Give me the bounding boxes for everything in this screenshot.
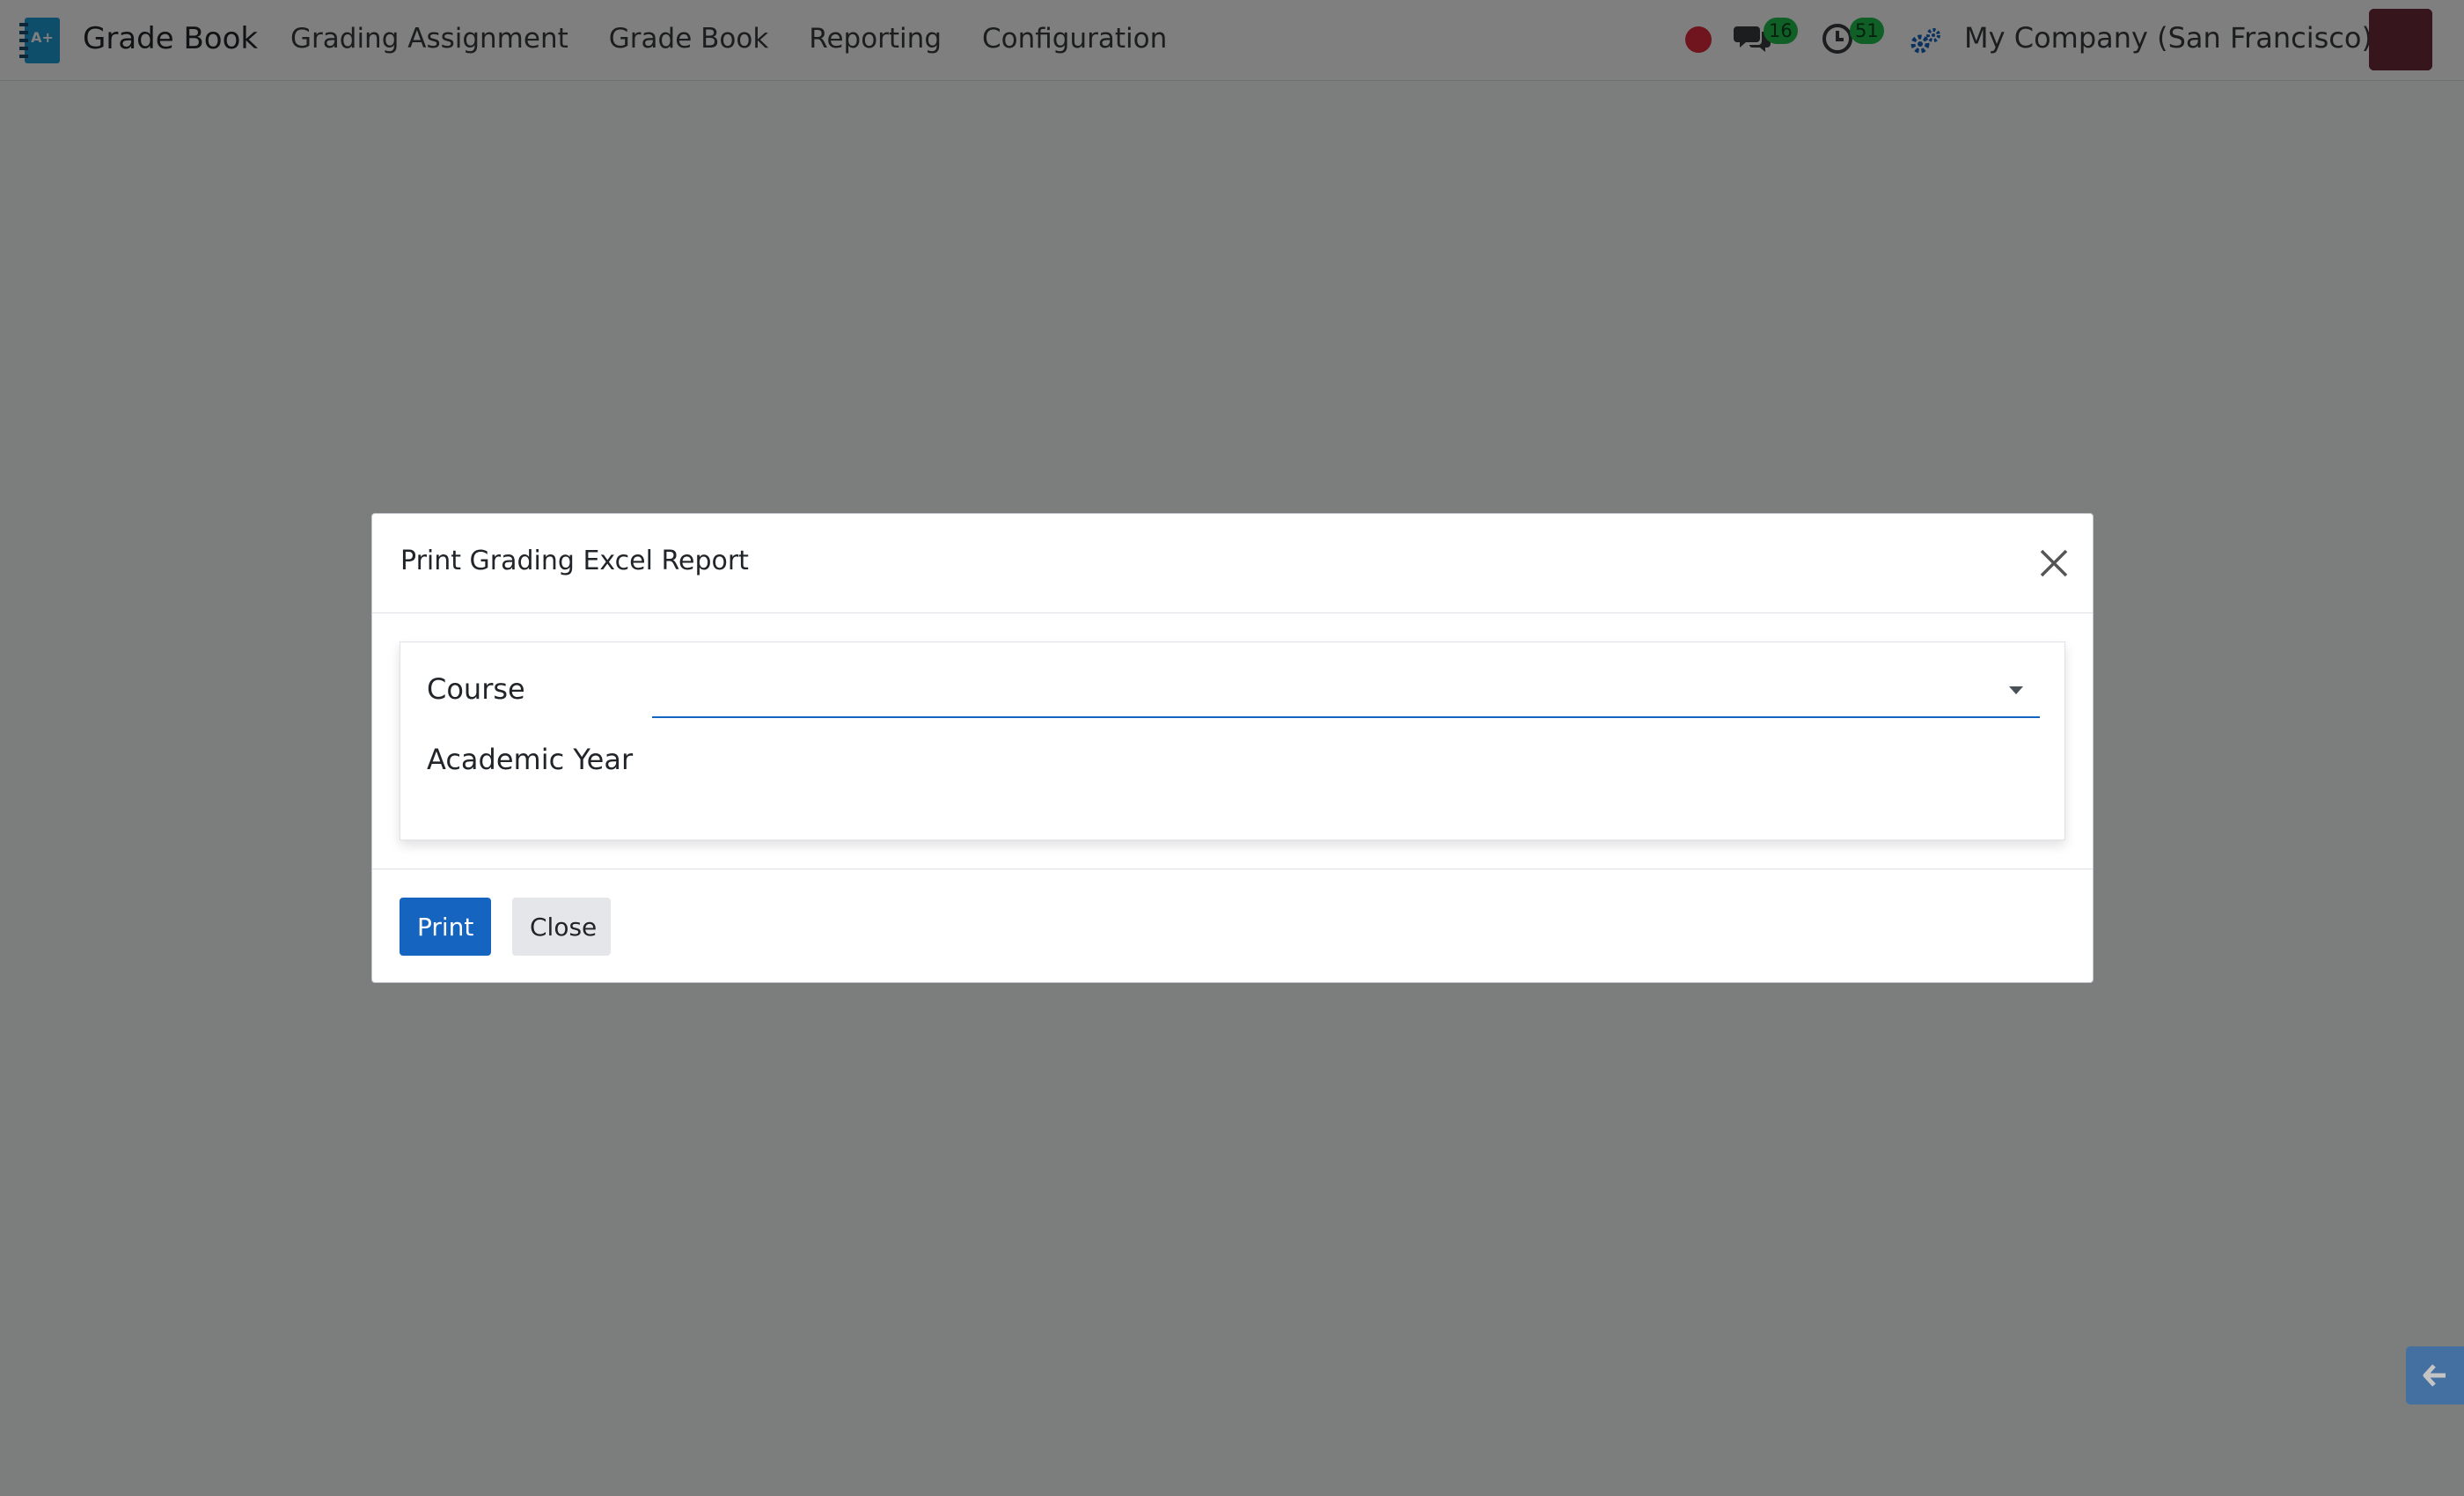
academic-year-label: Academic Year	[427, 743, 634, 776]
course-label: Course	[427, 672, 525, 706]
close-icon[interactable]	[2035, 544, 2073, 583]
report-form: Course Academic Year	[400, 642, 2065, 840]
chevron-down-icon[interactable]	[2009, 686, 2023, 694]
dialog-title: Print Grading Excel Report	[400, 546, 749, 576]
course-input[interactable]	[652, 667, 2040, 718]
arrow-left-icon	[2423, 1364, 2446, 1387]
close-button[interactable]: Close	[512, 898, 611, 956]
dialog-header: Print Grading Excel Report	[372, 514, 2093, 613]
print-report-dialog: Print Grading Excel Report Course Academ…	[371, 513, 2094, 983]
print-button[interactable]: Print	[400, 898, 491, 956]
dialog-footer: Print Close	[372, 869, 2093, 982]
side-panel-toggle[interactable]	[2406, 1346, 2464, 1404]
